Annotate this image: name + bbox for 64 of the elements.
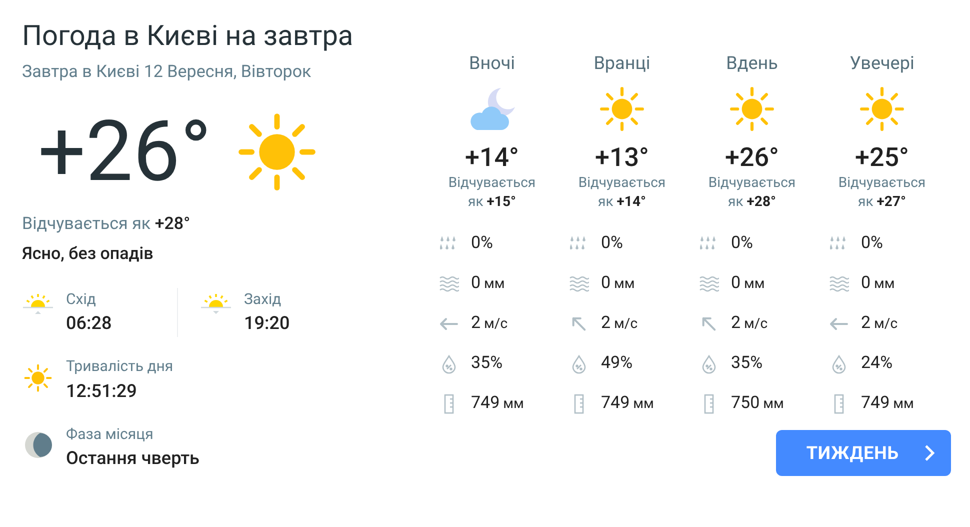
- stat-value: 749 мм: [471, 392, 524, 416]
- waves-icon: [569, 276, 589, 292]
- week-button[interactable]: ТИЖДЕНЬ: [776, 430, 951, 476]
- stat-value: 49%: [601, 352, 633, 376]
- waves-icon: [439, 276, 459, 292]
- stat-value: 0%: [861, 232, 884, 256]
- period-name: Вдень: [726, 52, 778, 76]
- feels-like-text: Відчувається як +15°: [447, 174, 537, 212]
- period-name: Вранці: [594, 52, 650, 76]
- feels-like-text: Відчувається як +27°: [837, 174, 927, 212]
- stat-value: 2 м/с: [731, 312, 768, 336]
- moon-phase-label: Фаза місяця: [66, 424, 154, 444]
- stat-value: 0%: [731, 232, 754, 256]
- stat-value: 35%: [731, 352, 763, 376]
- humidity-drop-icon: [831, 354, 847, 374]
- stat-value: 0%: [601, 232, 624, 256]
- period-name: Увечері: [850, 52, 914, 76]
- stat-value: 2 м/с: [601, 312, 638, 336]
- feels-like-text: Відчувається як +14°: [577, 174, 667, 212]
- sun-icon: [728, 85, 776, 133]
- stat-value: 0 мм: [601, 272, 635, 296]
- period-temperature: +25°: [855, 142, 909, 174]
- stat-value: 24%: [861, 352, 893, 376]
- stat-value: 2 м/с: [861, 312, 898, 336]
- stat-value: 2 м/с: [471, 312, 508, 336]
- day-length-label: Тривалість дня: [66, 356, 174, 377]
- waves-icon: [699, 276, 719, 292]
- humidity-drop-icon: [701, 354, 717, 374]
- humidity-drop-icon: [441, 354, 457, 374]
- sun-icon: [598, 85, 646, 133]
- period-temperature: +13°: [595, 142, 649, 174]
- stat-value: 0%: [471, 232, 494, 256]
- weather-description: Ясно, без опадів: [22, 243, 154, 266]
- stat-value: 0 мм: [471, 272, 505, 296]
- stat-value: 749 мм: [601, 392, 654, 416]
- stat-value: 750 мм: [731, 392, 784, 416]
- stat-value: 749 мм: [861, 392, 914, 416]
- sun-label: Схід: [66, 288, 97, 310]
- sun-time: 19:20: [244, 312, 290, 336]
- stat-value: 35%: [471, 352, 503, 376]
- page-title: Погода в Києві на завтра: [22, 18, 354, 54]
- barometer-icon: [703, 394, 715, 414]
- barometer-icon: [443, 394, 455, 414]
- sun-label: Захід: [244, 288, 282, 310]
- feels-like-text: Відчувається як +28°: [707, 174, 797, 212]
- period-temperature: +26°: [725, 142, 779, 174]
- barometer-icon: [573, 394, 585, 414]
- sun-icon: [858, 85, 906, 133]
- moon-phase-value: Остання чверть: [66, 447, 200, 471]
- stat-value: 0 мм: [731, 272, 765, 296]
- moon-phase-icon: [24, 430, 52, 458]
- waves-icon: [829, 276, 849, 292]
- sun-time: 06:28: [66, 312, 112, 336]
- feels-like-text: Відчувається як +28°: [22, 212, 192, 236]
- chevron-right-icon: [923, 444, 935, 462]
- day-length-value: 12:51:29: [66, 380, 138, 404]
- barometer-icon: [833, 394, 845, 414]
- date-subtitle: Завтра в Києві 12 Вересня, Вівторок: [22, 61, 312, 84]
- current-temperature: +26°: [38, 102, 212, 202]
- stat-value: 0 мм: [861, 272, 895, 296]
- humidity-drop-icon: [571, 354, 587, 374]
- period-temperature: +14°: [465, 142, 519, 174]
- period-name: Вночі: [468, 52, 516, 76]
- sun-icon: [23, 363, 53, 393]
